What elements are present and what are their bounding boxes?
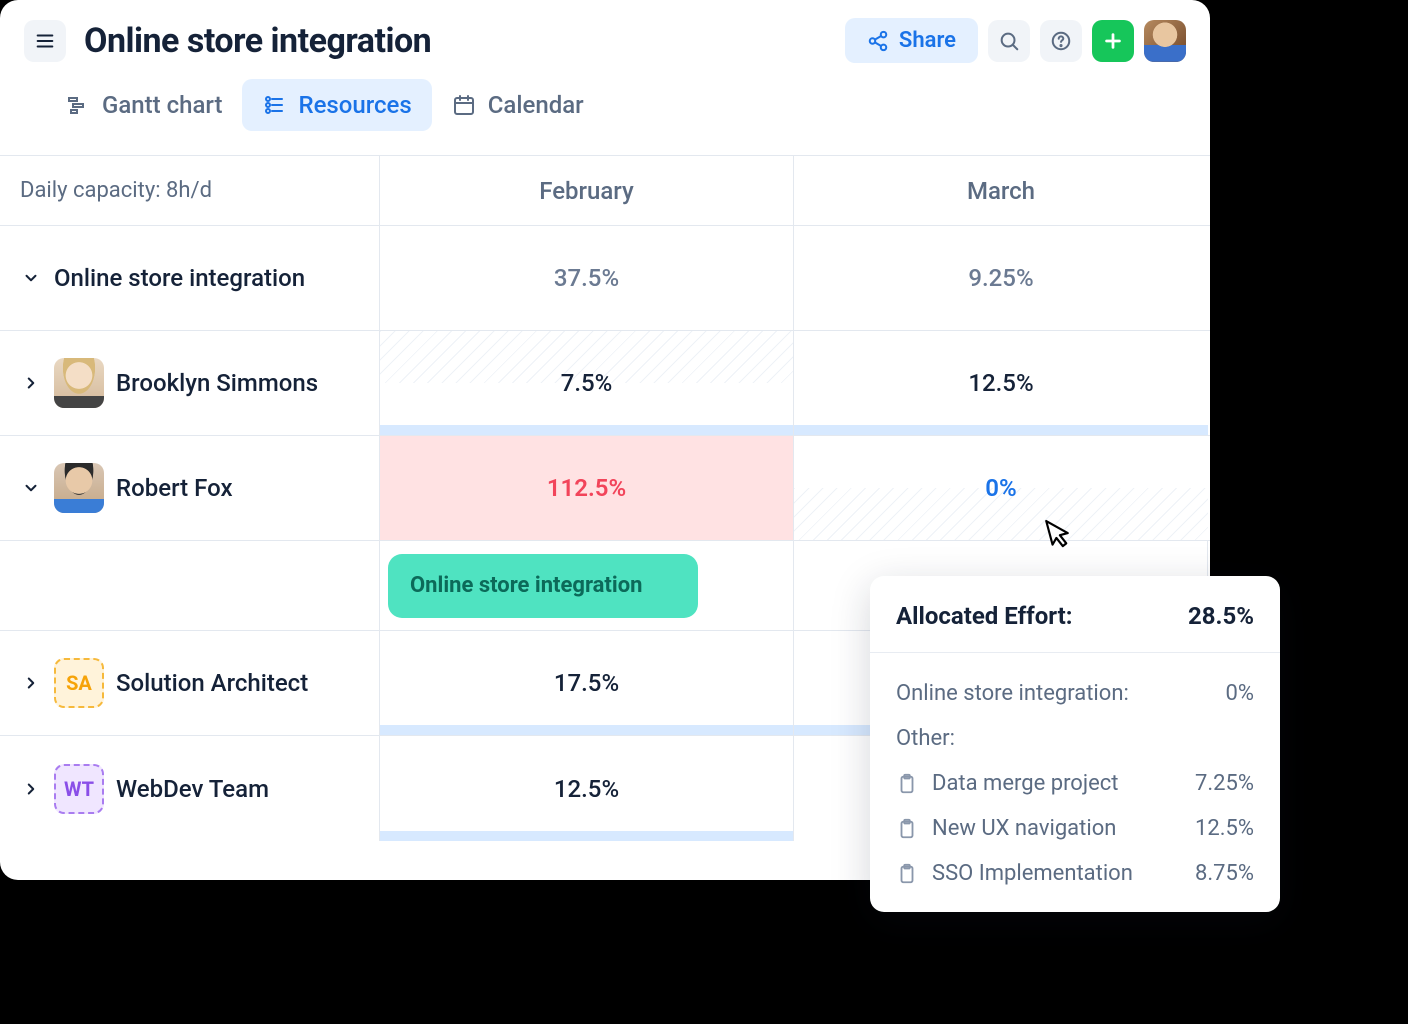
- popover-item-0-value: 7.25%: [1195, 771, 1254, 796]
- chevron-down-icon[interactable]: [20, 477, 42, 499]
- month-col-1: March: [794, 156, 1208, 225]
- popover-item-2-name: SSO Implementation: [932, 861, 1133, 886]
- share-icon: [867, 30, 889, 52]
- popover-item-2[interactable]: SSO Implementation 8.75%: [896, 851, 1254, 896]
- chevron-right-icon[interactable]: [20, 372, 42, 394]
- tab-gantt[interactable]: Gantt chart: [46, 79, 242, 131]
- search-button[interactable]: [988, 20, 1030, 62]
- popover-item-2-value: 8.75%: [1195, 861, 1254, 886]
- popover-this-project-label: Online store integration:: [896, 681, 1129, 706]
- task-bar-label: Online store integration: [410, 573, 642, 598]
- tab-calendar-label: Calendar: [488, 91, 584, 119]
- popover-total: 28.5%: [1188, 602, 1254, 630]
- popover-title: Allocated Effort:: [896, 602, 1073, 630]
- person-row-brooklyn[interactable]: Brooklyn Simmons 7.5% 12.5%: [0, 331, 1210, 436]
- robert-mar[interactable]: 0%: [985, 474, 1016, 502]
- allocated-effort-popover: Allocated Effort: 28.5% Online store int…: [870, 576, 1280, 912]
- tab-gantt-label: Gantt chart: [102, 91, 222, 119]
- person-name-brooklyn: Brooklyn Simmons: [116, 369, 318, 397]
- calendar-icon: [452, 93, 476, 117]
- month-col-0: February: [380, 156, 794, 225]
- role-name-wt: WebDev Team: [116, 775, 269, 803]
- chevron-right-icon[interactable]: [20, 778, 42, 800]
- task-bar[interactable]: Online store integration: [388, 554, 698, 618]
- table-header-row: Daily capacity: 8h/d February March: [0, 156, 1210, 226]
- hamburger-icon: [34, 30, 56, 52]
- sa-feb: 17.5%: [554, 669, 619, 697]
- role-chip-wt: WT: [54, 764, 104, 814]
- page-title: Online store integration: [84, 21, 827, 61]
- header-actions: Share: [845, 18, 1186, 63]
- chevron-down-icon[interactable]: [20, 267, 42, 289]
- avatar-robert: [54, 463, 104, 513]
- search-icon: [998, 30, 1020, 52]
- share-label: Share: [899, 28, 956, 53]
- project-name: Online store integration: [54, 264, 305, 292]
- help-icon: [1050, 30, 1072, 52]
- popover-item-0[interactable]: Data merge project 7.25%: [896, 761, 1254, 806]
- view-tabs: Gantt chart Resources Calendar: [0, 71, 1210, 155]
- gantt-icon: [66, 93, 90, 117]
- project-feb: 37.5%: [554, 264, 619, 292]
- chevron-right-icon[interactable]: [20, 672, 42, 694]
- popover-this-project-value: 0%: [1226, 681, 1254, 706]
- project-mar: 9.25%: [968, 264, 1033, 292]
- resources-icon: [262, 93, 286, 117]
- robert-feb: 112.5%: [547, 474, 626, 502]
- person-name-robert: Robert Fox: [116, 474, 233, 502]
- plus-icon: [1102, 30, 1124, 52]
- add-button[interactable]: [1092, 20, 1134, 62]
- clipboard-icon: [896, 863, 918, 885]
- clipboard-icon: [896, 818, 918, 840]
- popover-other-label: Other:: [896, 726, 955, 751]
- avatar-brooklyn: [54, 358, 104, 408]
- tab-calendar[interactable]: Calendar: [432, 79, 604, 131]
- app-window: Online store integration Share Gantt ch: [0, 0, 1210, 880]
- popover-item-0-name: Data merge project: [932, 771, 1119, 796]
- project-row[interactable]: Online store integration 37.5% 9.25%: [0, 226, 1210, 331]
- role-name-sa: Solution Architect: [116, 669, 308, 697]
- help-button[interactable]: [1040, 20, 1082, 62]
- popover-item-1[interactable]: New UX navigation 12.5%: [896, 806, 1254, 851]
- capacity-label: Daily capacity: 8h/d: [0, 156, 380, 225]
- user-avatar[interactable]: [1144, 20, 1186, 62]
- clipboard-icon: [896, 773, 918, 795]
- brooklyn-feb: 7.5%: [561, 369, 613, 397]
- app-header: Online store integration Share: [0, 0, 1210, 71]
- menu-button[interactable]: [24, 20, 66, 62]
- person-row-robert[interactable]: Robert Fox 112.5% 0%: [0, 436, 1210, 541]
- tab-resources[interactable]: Resources: [242, 79, 431, 131]
- share-button[interactable]: Share: [845, 18, 978, 63]
- brooklyn-mar: 12.5%: [968, 369, 1033, 397]
- wt-feb: 12.5%: [554, 775, 619, 803]
- popover-item-1-value: 12.5%: [1195, 816, 1254, 841]
- role-chip-sa: SA: [54, 658, 104, 708]
- popover-item-1-name: New UX navigation: [932, 816, 1116, 841]
- tab-resources-label: Resources: [298, 91, 411, 119]
